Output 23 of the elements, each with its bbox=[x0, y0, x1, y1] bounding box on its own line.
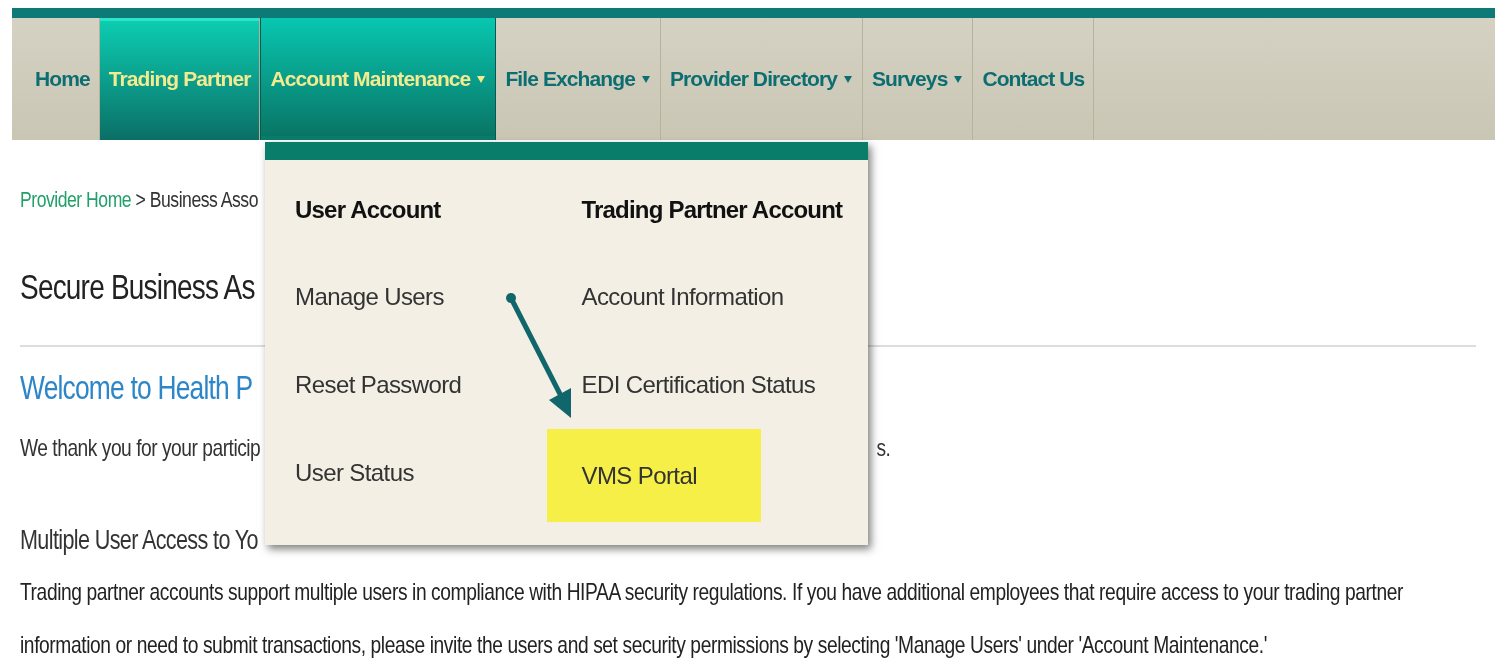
breadcrumb-text: > Business Asso bbox=[135, 187, 258, 212]
nav-tab[interactable]: Contact Us bbox=[973, 18, 1095, 140]
menu-item[interactable]: EDI Certification Status bbox=[581, 341, 816, 429]
page-title: Secure Business As bbox=[20, 266, 255, 308]
paragraph: Trading partner accounts support multiple users in compliance with HIPAA security regulations. If you have additional employees that require access to your trading partner information or need to submit transactions, please invite the users and set security permissions by selecting 'Manage Users' under 'Account Maintenance.' bbox=[20, 577, 1405, 660]
section-heading: Multiple User Access to Yo bbox=[20, 524, 259, 557]
nav-tab[interactable]: Home bbox=[26, 18, 100, 140]
nav-tab[interactable]: Trading Partner bbox=[99, 18, 261, 140]
menu-item[interactable]: Manage Users bbox=[295, 253, 444, 341]
breadcrumb-link[interactable]: Provider Home bbox=[20, 187, 132, 212]
welcome-text: We thank you for your particip bbox=[20, 433, 261, 463]
menu-heading: Trading Partner Account bbox=[581, 195, 843, 225]
welcome-text-end: s. bbox=[876, 433, 891, 463]
menu-item[interactable]: VMS Portal bbox=[546, 429, 761, 522]
nav-tab[interactable]: Account Maintenance bbox=[260, 18, 497, 140]
menu-item[interactable]: Account Information bbox=[581, 253, 784, 341]
nav-tab[interactable]: Provider Directory bbox=[660, 18, 863, 140]
menu-item[interactable]: User Status bbox=[295, 429, 414, 517]
welcome-heading: Welcome to Health P bbox=[20, 368, 253, 408]
nav-tab[interactable]: Surveys bbox=[863, 18, 974, 140]
nav-tab[interactable]: File Exchange bbox=[496, 18, 661, 140]
menu-item[interactable]: Reset Password bbox=[295, 341, 462, 429]
menu-heading: User Account bbox=[295, 195, 441, 225]
